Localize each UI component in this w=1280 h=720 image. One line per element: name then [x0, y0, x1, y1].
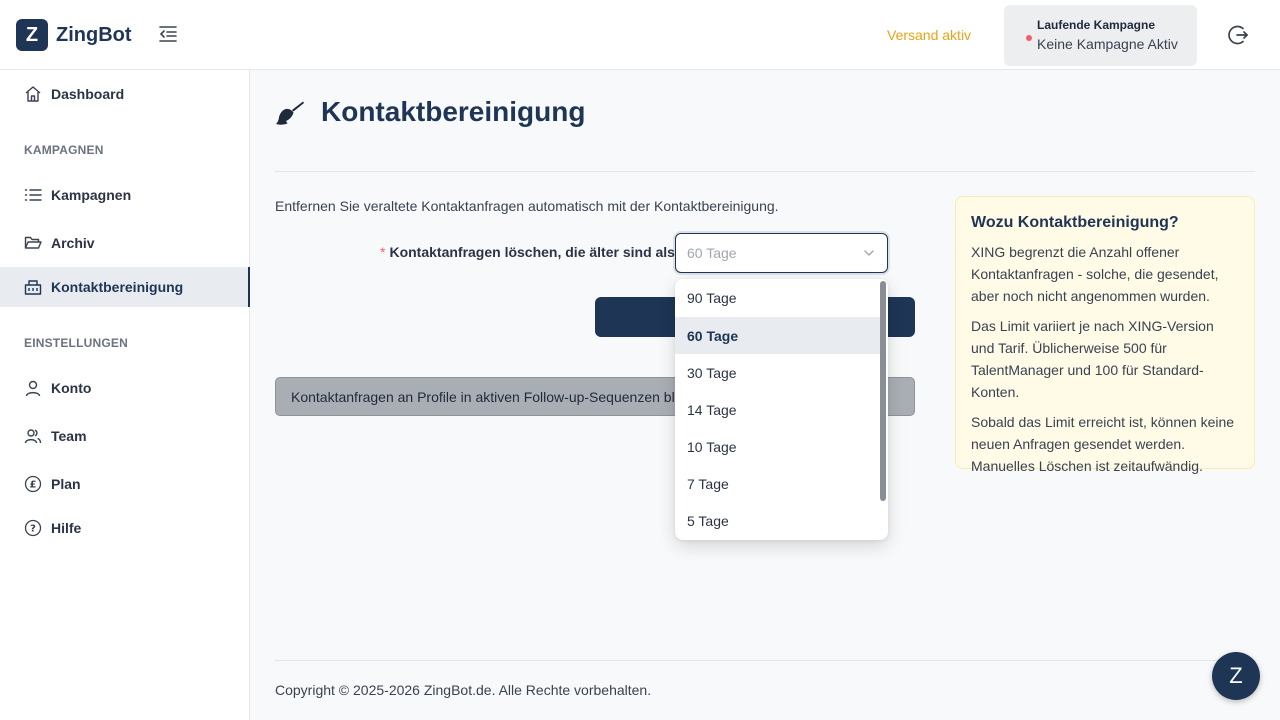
info-card: Wozu Kontaktbereinigung? XING begrenzt d…: [955, 196, 1255, 474]
sidebar-item-label: Hilfe: [51, 520, 82, 536]
dropdown-option-7[interactable]: 7 Tage: [675, 465, 881, 502]
status-dot-icon: [1026, 35, 1032, 41]
age-field-label-text: Kontaktanfragen löschen, die älter sind …: [389, 244, 684, 260]
footer-divider: [275, 660, 1255, 661]
dropdown-option-30[interactable]: 30 Tage: [675, 354, 881, 391]
sidebar-item-konto[interactable]: Konto: [0, 368, 250, 408]
title-divider: [275, 171, 1255, 172]
info-paragraph: Das Limit variiert je nach XING-Version …: [971, 318, 1214, 400]
info-title: Wozu Kontaktbereinigung?: [971, 214, 1179, 231]
logout-button[interactable]: [1226, 23, 1250, 47]
app-logo[interactable]: Z ZingBot: [16, 19, 132, 51]
dropdown-scrollbar[interactable]: [880, 281, 886, 501]
broom-icon: [276, 101, 304, 125]
top-header: Z ZingBot Versand aktiv Laufende Kampagn…: [0, 0, 1280, 70]
sidebar-item-dashboard[interactable]: Dashboard: [0, 74, 250, 114]
help-circle-icon: ?: [24, 519, 42, 537]
sidebar-item-plan[interactable]: £ Plan: [0, 464, 250, 504]
logo-mark: Z: [16, 19, 48, 51]
logout-icon: [1228, 25, 1248, 45]
chat-button[interactable]: Z: [1212, 652, 1260, 700]
intro-text: Entfernen Sie veraltete Kontaktanfragen …: [275, 198, 779, 214]
info-paragraph: XING begrenzt die Anzahl offener Kontakt…: [971, 244, 1219, 304]
footer-copyright: Copyright © 2025-2026 ZingBot.de. Alle R…: [275, 682, 652, 698]
section-kampagnen: KAMPAGNEN: [24, 143, 104, 157]
info-paragraph: Sobald das Limit erreicht ist, können ke…: [971, 414, 1235, 474]
sidebar-item-hilfe[interactable]: ? Hilfe: [0, 508, 250, 548]
sidebar-item-team[interactable]: Team: [0, 416, 250, 456]
dropdown-option-14[interactable]: 14 Tage: [675, 391, 881, 428]
required-mark: *: [380, 244, 386, 260]
dropdown-option-5[interactable]: 5 Tage: [675, 502, 881, 539]
age-select[interactable]: 60 Tage: [675, 233, 888, 273]
sidebar-item-kampagnen[interactable]: Kampagnen: [0, 175, 250, 215]
campaign-value: Keine Kampagne Aktiv: [1037, 36, 1178, 52]
dropdown-option-90[interactable]: 90 Tage: [675, 279, 881, 316]
sidebar-item-label: Kontaktbereinigung: [51, 279, 184, 295]
age-field-label: * Kontaktanfragen löschen, die älter sind…: [380, 244, 684, 260]
chevron-down-icon: [864, 250, 874, 256]
svg-text:?: ?: [30, 524, 36, 535]
sidebar-item-label: Plan: [51, 476, 81, 492]
dropdown-option-10[interactable]: 10 Tage: [675, 428, 881, 465]
sidebar-item-label: Kampagnen: [51, 187, 132, 203]
team-icon: [24, 427, 42, 445]
home-icon: [24, 85, 42, 103]
age-select-dropdown: 90 Tage 60 Tage 30 Tage 14 Tage 10 Tage …: [675, 279, 888, 540]
sidebar-item-kontaktbereinigung[interactable]: Kontaktbereinigung: [0, 267, 250, 307]
folder-open-icon: [24, 234, 42, 252]
collapse-sidebar-button[interactable]: [156, 22, 180, 46]
pound-circle-icon: £: [24, 475, 42, 493]
sidebar-item-label: Konto: [51, 380, 92, 396]
age-select-value: 60 Tage: [687, 245, 737, 261]
sidebar-item-archiv[interactable]: Archiv: [0, 223, 250, 263]
running-campaign-card: Laufende Kampagne Keine Kampagne Aktiv: [1004, 5, 1197, 66]
campaign-label: Laufende Kampagne: [1037, 18, 1156, 32]
menu-collapse-icon: [159, 26, 177, 42]
app-name: ZingBot: [56, 23, 132, 46]
sidebar-item-label: Team: [51, 428, 87, 444]
bank-icon: [24, 278, 42, 296]
page-header: Kontaktbereinigung: [275, 96, 585, 128]
sidebar-item-label: Dashboard: [51, 86, 125, 102]
page-title: Kontaktbereinigung: [321, 96, 586, 127]
user-icon: [24, 379, 42, 397]
svg-text:£: £: [30, 480, 37, 491]
list-icon: [24, 186, 42, 204]
versand-status: Versand aktiv: [887, 27, 972, 43]
dropdown-option-60[interactable]: 60 Tage: [675, 317, 881, 354]
sidebar-item-label: Archiv: [51, 235, 95, 251]
section-einstellungen: EINSTELLUNGEN: [24, 336, 128, 350]
sidebar: Dashboard KAMPAGNEN Kampagnen Archiv Kon…: [0, 70, 250, 720]
